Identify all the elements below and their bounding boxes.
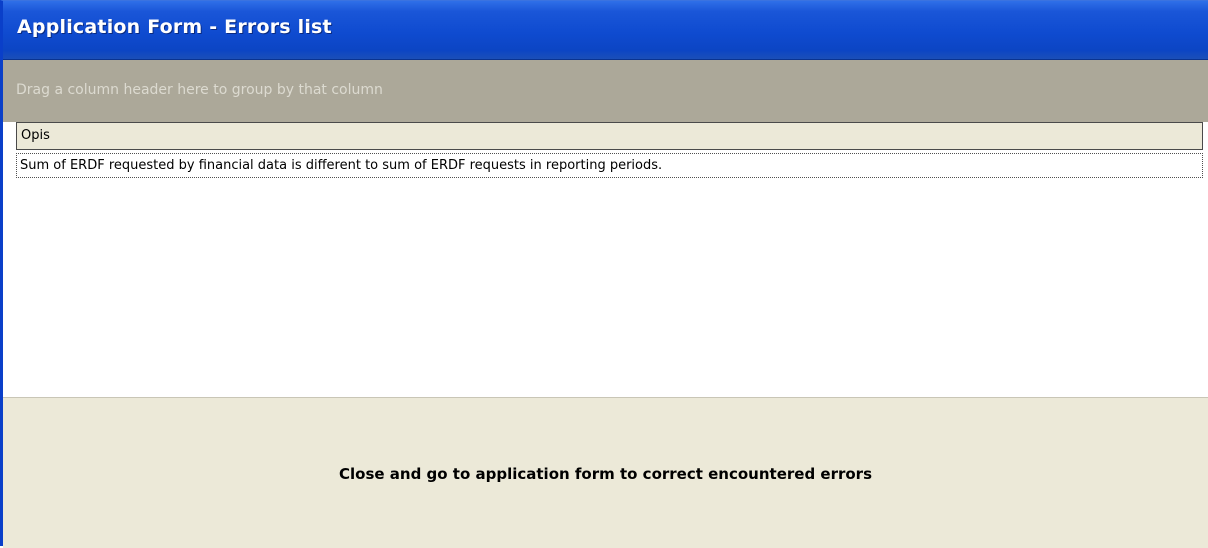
column-header-label: Opis <box>21 128 50 143</box>
errors-list-window: Application Form - Errors list Drag a co… <box>0 0 1208 548</box>
column-header-opis[interactable]: Opis <box>16 122 1203 150</box>
title-bar[interactable]: Application Form - Errors list <box>3 1 1208 60</box>
table-row[interactable]: Sum of ERDF requested by financial data … <box>16 153 1203 178</box>
errors-grid: Opis Sum of ERDF requested by financial … <box>15 122 1206 396</box>
close-and-go-button[interactable]: Close and go to application form to corr… <box>9 404 1202 544</box>
group-by-hint: Drag a column header here to group by th… <box>16 82 383 98</box>
table-cell-opis: Sum of ERDF requested by financial data … <box>20 158 663 173</box>
window-title: Application Form - Errors list <box>17 16 332 38</box>
footer-panel: Close and go to application form to corr… <box>3 397 1208 548</box>
group-by-panel[interactable]: Drag a column header here to group by th… <box>3 60 1208 122</box>
